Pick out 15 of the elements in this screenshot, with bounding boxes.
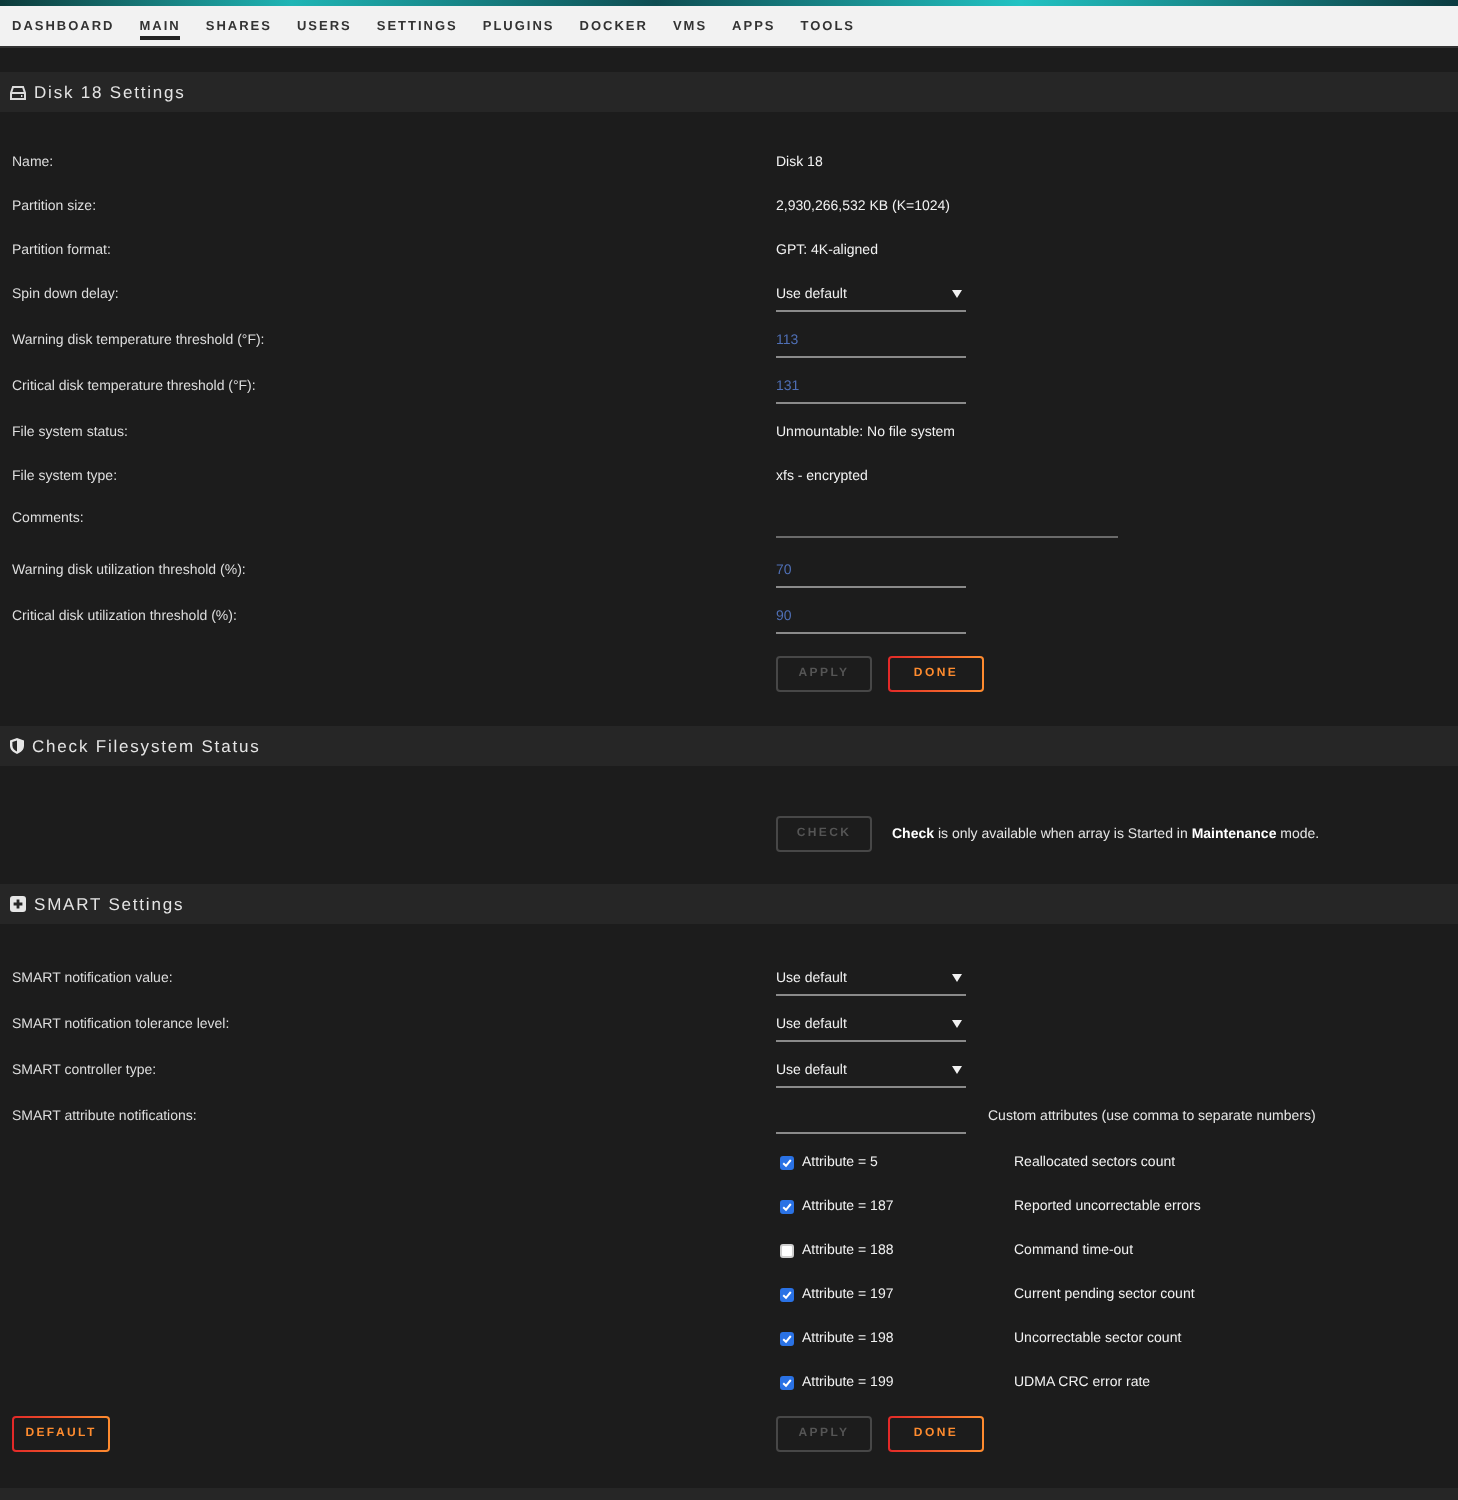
checkbox[interactable] [780, 1199, 794, 1213]
section-title: Disk 18 Settings [34, 82, 186, 102]
checkbox[interactable] [780, 1155, 794, 1169]
caret-icon [952, 290, 962, 298]
caret-icon [952, 1020, 962, 1028]
checkbox[interactable] [780, 1331, 794, 1345]
checkbox[interactable] [780, 1375, 794, 1389]
checkbox[interactable] [780, 1287, 794, 1301]
caret-icon [952, 974, 962, 982]
plus-square-icon [10, 896, 26, 912]
caret-icon [952, 1066, 962, 1074]
section-title: Check Filesystem Status [32, 736, 261, 756]
shield-icon [10, 738, 24, 754]
section-title: SMART Settings [34, 894, 185, 914]
hard-drive-icon [10, 85, 26, 99]
